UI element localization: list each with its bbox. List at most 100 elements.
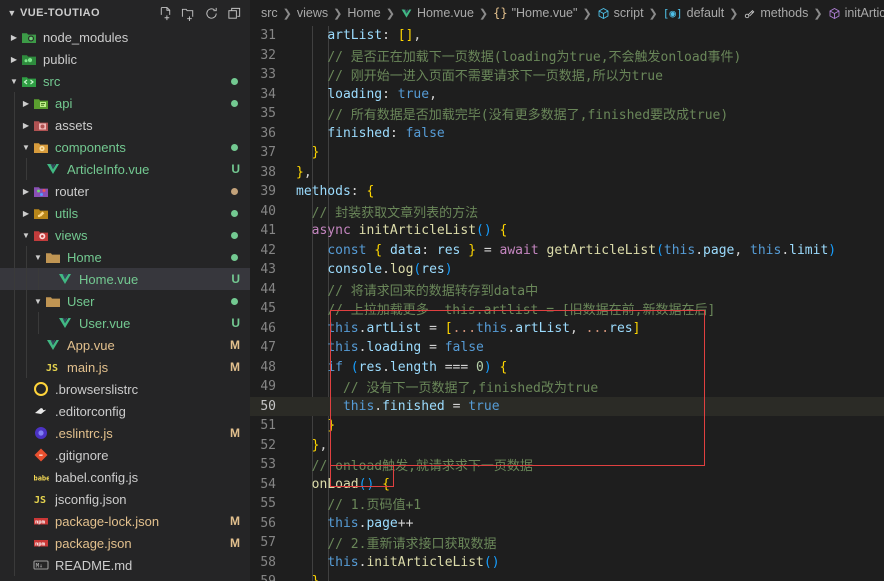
breadcrumb-separator-icon: ❯	[813, 7, 823, 20]
code-line[interactable]: 49 // 没有下一页数据了,finished改为true	[250, 377, 884, 397]
code-line[interactable]: 59 }	[250, 572, 884, 581]
code-line[interactable]: 39 methods: {	[250, 182, 884, 202]
code-line[interactable]: 35 // 所有数据是否加载完毕(没有更多数据了,finished要改成true…	[250, 104, 884, 124]
explorer-item-package-json[interactable]: npm package.json M	[0, 532, 250, 554]
breadcrumb-label: methods	[760, 6, 809, 20]
code-line-text: },	[296, 164, 312, 180]
code-line[interactable]: 31 artList: [],	[250, 26, 884, 46]
code-line[interactable]: 57 // 2.重新请求接口获取数据	[250, 533, 884, 553]
breadcrumb-item-home-vue[interactable]: {} "Home.vue"	[493, 6, 577, 20]
explorer-item-components[interactable]: ▼ components	[0, 136, 250, 158]
explorer-file-tree[interactable]: ▶ node_modules ▶ public ▼ src ▶ api ▶ assets ▼ comp…	[0, 26, 250, 581]
code-line[interactable]: 32 // 是否正在加载下一页数据(loading为true,不会触发onloa…	[250, 46, 884, 66]
explorer-item-public[interactable]: ▶ public	[0, 48, 250, 70]
chevron-down-icon[interactable]: ▼	[20, 143, 32, 152]
chevron-right-icon[interactable]: ▶	[8, 55, 20, 64]
code-editor[interactable]: 31 artList: [], 32 // 是否正在加载下一页数据(loading…	[250, 26, 884, 581]
code-line[interactable]: 52 },	[250, 436, 884, 456]
code-line[interactable]: 36 finished: false	[250, 124, 884, 144]
explorer-item-utils[interactable]: ▶ utils	[0, 202, 250, 224]
explorer-item-readme-md[interactable]: M↓ README.md	[0, 554, 250, 576]
chevron-right-icon[interactable]: ▶	[8, 33, 20, 42]
chevron-down-icon[interactable]: ▼	[32, 253, 44, 262]
code-line[interactable]: 34 loading: true,	[250, 85, 884, 105]
breadcrumb-item-views[interactable]: views	[297, 6, 328, 20]
explorer-item-label: src	[43, 73, 61, 89]
explorer-item-articleinfo-vue[interactable]: ArticleInfo.vue U	[0, 158, 250, 180]
chevron-down-icon[interactable]: ▼	[20, 231, 32, 240]
chevron-down-icon[interactable]: ▼	[8, 77, 20, 86]
explorer-item-label: Home	[67, 249, 102, 265]
explorer-item-user-vue[interactable]: User.vue U	[0, 312, 250, 334]
git-status-dot	[231, 143, 238, 151]
line-number: 31	[260, 28, 276, 44]
new-folder-icon[interactable]	[180, 5, 196, 21]
explorer-header[interactable]: ▼ VUE-TOUTIAO	[0, 0, 250, 26]
code-line[interactable]: 44 // 将请求回来的数据转存到data中	[250, 280, 884, 300]
explorer-item-router[interactable]: ▶ router	[0, 180, 250, 202]
explorer-item-label: README.md	[55, 557, 133, 573]
code-line[interactable]: 58 this.initArticleList()	[250, 553, 884, 573]
explorer-item-src[interactable]: ▼ src	[0, 70, 250, 92]
code-line[interactable]: 45 // 上拉加载更多 this.artlist = [旧数据在前,新数据在后…	[250, 299, 884, 319]
explorer-item-views[interactable]: ▼ views	[0, 224, 250, 246]
code-line[interactable]: 54 onLoad() {	[250, 475, 884, 495]
folder-src-icon	[20, 73, 38, 89]
explorer-item-label: User.vue	[79, 315, 131, 331]
refresh-explorer-icon[interactable]	[203, 5, 219, 21]
explorer-item-node-modules[interactable]: ▶ node_modules	[0, 26, 250, 48]
code-line[interactable]: 40 // 封装获取文章列表的方法	[250, 202, 884, 222]
code-line[interactable]: 38},	[250, 163, 884, 183]
code-line[interactable]: 33 // 刚开始一进入页面不需要请求下一页数据,所以为true	[250, 65, 884, 85]
breadcrumb-item-src[interactable]: src	[261, 6, 278, 20]
explorer-item-main-js[interactable]: JS main.js M	[0, 356, 250, 378]
chevron-down-icon[interactable]: ▼	[4, 5, 20, 21]
chevron-right-icon[interactable]: ▶	[20, 187, 32, 196]
explorer-item-assets[interactable]: ▶ assets	[0, 114, 250, 136]
breadcrumb-item-home[interactable]: Home	[347, 6, 380, 20]
explorer-item-home[interactable]: ▼ Home	[0, 246, 250, 268]
explorer-item-eslintrc-js[interactable]: .eslintrc.js M	[0, 422, 250, 444]
explorer-item-label: User	[67, 293, 95, 309]
breadcrumb-item-initarticl[interactable]: initArticl	[828, 6, 884, 20]
code-line[interactable]: 55 // 1.页码值+1	[250, 494, 884, 514]
code-line[interactable]: 53 // onload触发,就请求求下一页数据	[250, 455, 884, 475]
tree-indent-guide	[14, 136, 15, 158]
code-line[interactable]: 50 this.finished = true	[250, 396, 884, 416]
code-line[interactable]: 42 const { data: res } = await getArticl…	[250, 241, 884, 261]
code-line[interactable]: 47 this.loading = false	[250, 338, 884, 358]
new-file-icon[interactable]	[157, 5, 173, 21]
explorer-item-package-lock-json[interactable]: npm package-lock.json M	[0, 510, 250, 532]
code-line[interactable]: 46 this.artList = [...this.artList, ...r…	[250, 319, 884, 339]
code-line[interactable]: 56 this.page++	[250, 514, 884, 534]
code-line[interactable]: 51 }	[250, 416, 884, 436]
breadcrumb-item-home-vue[interactable]: Home.vue	[400, 6, 474, 20]
explorer-item-user[interactable]: ▼ User	[0, 290, 250, 312]
code-line[interactable]: 41 async initArticleList() {	[250, 221, 884, 241]
chevron-right-icon[interactable]: ▶	[20, 121, 32, 130]
explorer-item-gitignore[interactable]: .gitignore	[0, 444, 250, 466]
code-line[interactable]: 37 }	[250, 143, 884, 163]
code-line[interactable]: 43 console.log(res)	[250, 260, 884, 280]
breadcrumb-item-script[interactable]: script	[597, 6, 644, 20]
chevron-down-icon[interactable]: ▼	[32, 297, 44, 306]
explorer-item-browserslistrc[interactable]: .browserslistrc	[0, 378, 250, 400]
breadcrumb-separator-icon: ❯	[582, 7, 592, 20]
explorer-item-jsconfig-json[interactable]: JS jsconfig.json	[0, 488, 250, 510]
explorer-item-label: views	[55, 227, 88, 243]
breadcrumb-item-default[interactable]: [◉] default	[663, 6, 724, 20]
explorer-item-home-vue[interactable]: Home.vue U	[0, 268, 250, 290]
namespace-icon: [◉]	[662, 6, 683, 20]
breadcrumb-item-methods[interactable]: methods	[743, 6, 808, 20]
object-icon: {}	[493, 6, 508, 20]
collapse-folders-icon[interactable]	[226, 5, 242, 21]
chevron-right-icon[interactable]: ▶	[20, 209, 32, 218]
breadcrumb[interactable]: src ❯ views ❯ Home ❯ Home.vue ❯ {} "Home.vue" ❯ scr…	[250, 0, 884, 26]
code-line[interactable]: 48 if (res.length === 0) {	[250, 358, 884, 378]
explorer-item-api[interactable]: ▶ api	[0, 92, 250, 114]
chevron-right-icon[interactable]: ▶	[20, 99, 32, 108]
explorer-actions	[157, 5, 242, 21]
explorer-item-app-vue[interactable]: App.vue M	[0, 334, 250, 356]
explorer-item-editorconfig[interactable]: .editorconfig	[0, 400, 250, 422]
explorer-item-babel-config-js[interactable]: babel babel.config.js	[0, 466, 250, 488]
